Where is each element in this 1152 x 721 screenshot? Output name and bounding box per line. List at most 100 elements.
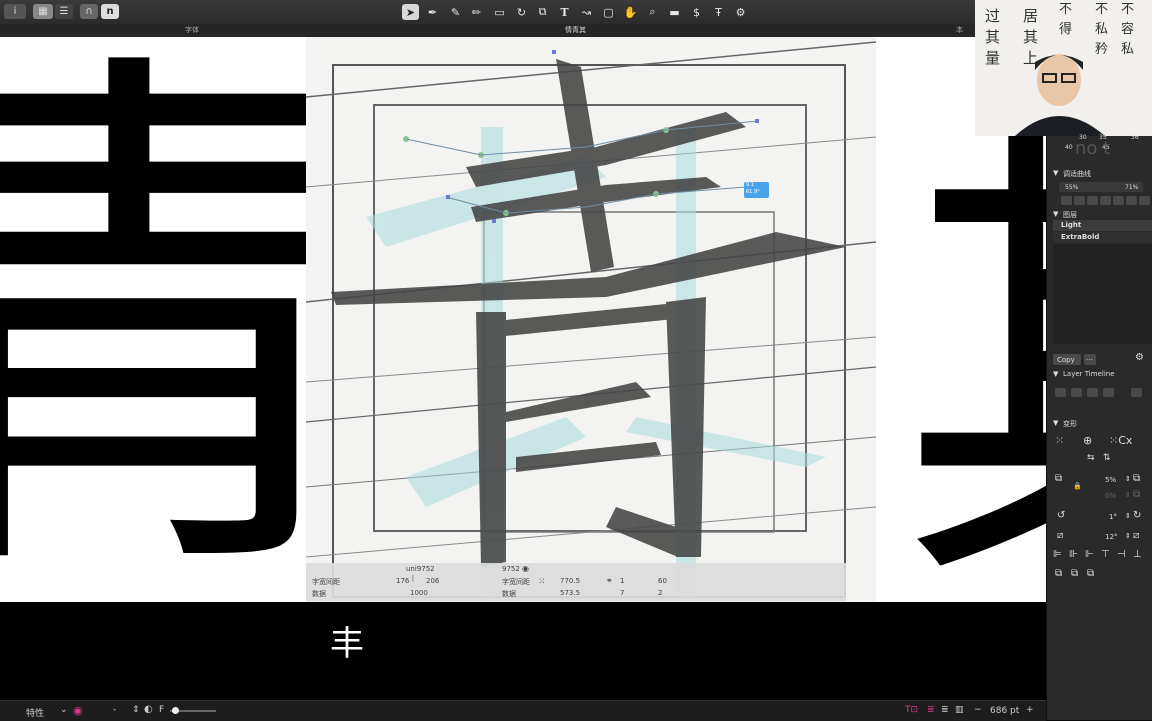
slant-stepper[interactable]: ⇕ — [1125, 532, 1131, 540]
features-label[interactable]: 特性 — [26, 706, 44, 719]
comment-tool[interactable]: ▢ — [600, 4, 617, 20]
align-top-icon[interactable]: ⊤ — [1101, 549, 1110, 560]
y-value[interactable]: 573.5 — [560, 589, 580, 597]
union-icon[interactable]: ⧉ — [1055, 568, 1062, 579]
rectangle-tool[interactable]: ▭ — [491, 4, 508, 20]
n-view-button[interactable]: ∩ — [80, 4, 98, 19]
flip-horizontal-icon[interactable]: ⇆ — [1087, 453, 1095, 463]
rotate-cw-icon[interactable]: ↻ — [1133, 510, 1141, 521]
dash-icon[interactable]: - — [113, 705, 116, 715]
timeline-remove-button[interactable] — [1131, 388, 1142, 397]
transform-section-toggle[interactable]: ▼ — [1053, 419, 1058, 427]
scale-stepper-2[interactable]: ⇕ — [1125, 491, 1131, 499]
slant-apply-icon[interactable]: ⧄ — [1133, 530, 1139, 541]
curve-preset-7[interactable] — [1139, 196, 1150, 205]
center-x-icon[interactable]: ⁙Cx — [1109, 434, 1132, 447]
layer-row-light[interactable]: Light — [1053, 220, 1152, 231]
gear-icon[interactable]: ⚙ — [1135, 352, 1144, 363]
curve-right-pct[interactable]: 71% — [1125, 184, 1138, 191]
x-value[interactable]: 770.5 — [560, 577, 580, 585]
timeline-next-button[interactable] — [1103, 388, 1114, 397]
zoom-in-button[interactable]: + — [1026, 705, 1034, 715]
lsb-value[interactable]: 176 — [396, 577, 409, 585]
width-value[interactable]: 1000 — [410, 589, 428, 597]
zoom-tool[interactable]: ⌕ — [644, 4, 661, 20]
eye-icon[interactable]: ◉ — [73, 704, 83, 717]
timeline-section-toggle[interactable]: ▼ — [1053, 370, 1058, 378]
anchor-grid-icon[interactable]: ⁙ — [538, 577, 546, 587]
align-grid-icon[interactable]: ⁙ — [1055, 434, 1064, 447]
align-bottom-icon[interactable]: ⊥ — [1133, 549, 1142, 560]
slider-knob[interactable] — [172, 707, 179, 714]
more-button[interactable]: … — [1084, 354, 1096, 365]
layer-row-extrabold[interactable]: ExtraBold — [1053, 232, 1152, 243]
pencil-tool[interactable]: ✏ — [468, 4, 485, 20]
curve-preset-6[interactable] — [1126, 196, 1137, 205]
link-icon[interactable]: ⚭ — [606, 576, 613, 585]
curve-left-pct[interactable]: 55% — [1065, 184, 1078, 191]
align-left-icon[interactable]: ⊫ — [1053, 549, 1062, 560]
scale-apply-icon[interactable]: ⧉ — [1133, 473, 1140, 484]
stepper-icon[interactable]: ⇕ — [132, 705, 140, 715]
align-left-icon[interactable]: ≣ — [927, 705, 935, 715]
align-right-icon[interactable]: ⊩ — [1085, 549, 1094, 560]
glyph-code[interactable]: 9752 — [502, 565, 520, 573]
copy-button[interactable]: Copy — [1053, 354, 1081, 365]
text-tool[interactable]: T — [556, 4, 573, 20]
ruler-tool[interactable]: ▬ — [666, 4, 683, 20]
zoom-value[interactable]: 686 pt — [990, 706, 1019, 716]
center-target-icon[interactable]: ⊕ — [1083, 434, 1092, 447]
knife-tool[interactable]: ↝ — [578, 4, 595, 20]
scan-background[interactable]: 9.1 61.9° — [306, 37, 876, 602]
zoom-out-button[interactable]: − — [974, 705, 982, 715]
dollar-tool[interactable]: $ — [688, 4, 705, 20]
text-tool-icon[interactable]: T⊡ — [905, 705, 918, 715]
scale-icon[interactable]: ⧉ — [1055, 473, 1062, 484]
curve-preset-5[interactable] — [1113, 196, 1124, 205]
settings-tool[interactable]: ⚙ — [732, 4, 749, 20]
curve-preset-2[interactable] — [1074, 196, 1085, 205]
brush-tool[interactable]: ✎ — [447, 4, 464, 20]
intersect-icon[interactable]: ⧉ — [1087, 568, 1094, 579]
scale-stepper[interactable]: ⇕ — [1125, 475, 1131, 483]
slant-input[interactable]: 12° — [1105, 533, 1117, 541]
glyph-name[interactable]: uni9752 — [406, 565, 435, 573]
scale-apply-2-icon[interactable]: ⧉ — [1133, 489, 1140, 500]
rotate-ccw-icon[interactable]: ↺ — [1057, 510, 1065, 521]
preview-size-slider[interactable] — [170, 707, 216, 714]
align-center-icon[interactable]: ⊪ — [1069, 549, 1078, 560]
scale-input-2[interactable]: 0% — [1105, 492, 1116, 500]
hand-tool[interactable]: ✋ — [622, 4, 639, 20]
tab-font[interactable]: 字体 — [185, 25, 199, 35]
rotate-stepper[interactable]: ⇕ — [1125, 512, 1131, 520]
columns-icon[interactable]: ▥ — [955, 705, 964, 715]
chevron-down-icon[interactable]: ⌄ — [60, 705, 68, 715]
curve-preset-4[interactable] — [1100, 196, 1111, 205]
code-toggle-icon[interactable]: ◉ — [522, 564, 529, 573]
flip-vertical-icon[interactable]: ⇅ — [1103, 453, 1111, 463]
timeline-bookmark-button[interactable] — [1087, 388, 1098, 397]
rotate-input[interactable]: 1° — [1109, 513, 1117, 521]
layers-section-toggle[interactable]: ▼ — [1053, 210, 1058, 218]
scale-input[interactable]: 5% — [1105, 476, 1116, 484]
scale-tool[interactable]: ⧉ — [534, 4, 551, 20]
rsb-value[interactable]: 206 — [426, 577, 439, 585]
subtract-icon[interactable]: ⧉ — [1071, 568, 1078, 579]
slant-icon[interactable]: ⧄ — [1057, 530, 1063, 541]
pointer-tool[interactable]: ➤ — [402, 4, 419, 20]
align-middle-icon[interactable]: ⊣ — [1117, 549, 1126, 560]
t-tool[interactable]: Ŧ — [710, 4, 727, 20]
tab-other[interactable]: 本 — [956, 25, 963, 35]
glyph-canvas-left[interactable]: 青 — [0, 37, 306, 602]
grid-view-button[interactable]: ▦ — [33, 4, 53, 19]
rotate-tool[interactable]: ↻ — [513, 4, 530, 20]
lock-icon[interactable]: 🔒 — [1073, 482, 1082, 490]
timeline-play-button[interactable] — [1071, 388, 1082, 397]
timeline-record-button[interactable] — [1055, 388, 1066, 397]
pen-tool[interactable]: ✒ — [424, 4, 441, 20]
curve-preset-3[interactable] — [1087, 196, 1098, 205]
tab-glyphs[interactable]: 情青其 — [565, 25, 586, 35]
curve-section-toggle[interactable]: ▼ — [1053, 169, 1058, 177]
align-right-icon[interactable]: ≣ — [941, 705, 949, 715]
info-button[interactable]: i — [4, 4, 26, 19]
